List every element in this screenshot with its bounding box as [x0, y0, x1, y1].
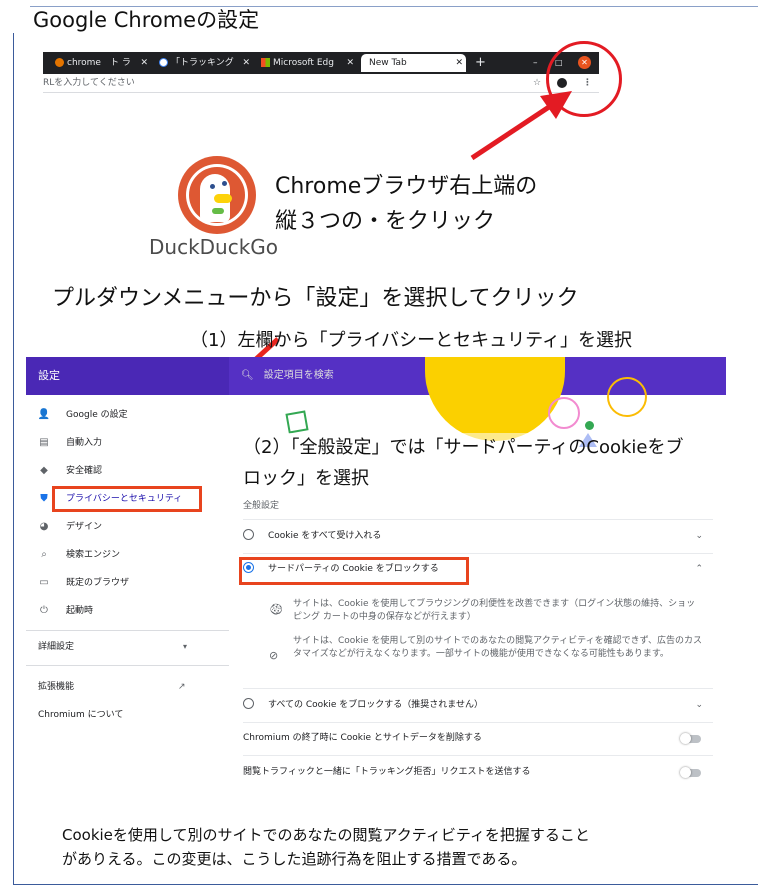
illustration-green-square — [285, 410, 309, 434]
chevron-down-icon: ▾ — [183, 642, 188, 651]
settings-title: 設定 — [26, 357, 229, 395]
sidebar-item-label: 自動入力 — [66, 438, 103, 448]
sidebar-item-search-engine[interactable]: ⌕ 検索エンジン — [36, 545, 120, 565]
option-label: Cookie をすべて受け入れる — [268, 531, 382, 541]
settings-search[interactable]: 🔍︎ 設定項目を検索 — [241, 357, 334, 395]
external-link-icon: ↗ — [178, 682, 186, 692]
sidebar-about[interactable]: Chromium について — [38, 705, 123, 725]
do-not-track-toggle[interactable] — [680, 767, 701, 778]
illustration-yellow-arc — [607, 377, 647, 417]
option-block-all[interactable]: すべての Cookie をブロックする（推奨されません） ⌄ — [243, 688, 713, 723]
section-label: 全般設定 — [243, 501, 280, 511]
sidebar-divider — [26, 665, 229, 666]
shield-lock-icon: ⛊ — [40, 493, 48, 504]
settings-screenshot: 設定 🔍︎ 設定項目を検索 👤 Google の設定 ▤ 自動入力 ◆ 安全確認 ⛊ プラ… — [26, 357, 726, 791]
sidebar-item-default-browser[interactable]: ▭ 既定のブラウザ — [36, 573, 129, 593]
advanced-label: 詳細設定 — [38, 642, 75, 652]
sidebar-item-label: デザイン — [66, 522, 103, 532]
step1-text-line1: Chromeブラウザ右上端の — [275, 174, 538, 199]
illustration-yellow-circle — [425, 357, 565, 441]
sidebar-advanced[interactable]: 詳細設定 ▾ — [38, 637, 187, 657]
option-accept-all[interactable]: Cookie をすべて受け入れる ⌄ — [243, 519, 713, 554]
search-icon: ⌕ — [41, 549, 47, 560]
footer-line2: がありえる。この変更は、こうした追跡行為を阻止する措置である。 — [62, 850, 527, 868]
sidebar-item-google[interactable]: 👤 Google の設定 — [36, 405, 128, 425]
desc-allow: サイトは、Cookie を使用してブラウジングの利便性を改善できます（ログイン状… — [293, 599, 696, 622]
settings-sidebar: 👤 Google の設定 ▤ 自動入力 ◆ 安全確認 ⛊ プライバシーとセキュリティ ◕… — [26, 395, 230, 791]
radio-block-all[interactable] — [243, 698, 254, 709]
highlight-option-box — [239, 557, 469, 585]
sidebar-item-label: 起動時 — [66, 606, 94, 616]
sidebar-item-label: 安全確認 — [66, 466, 103, 476]
block-icon: ⊘ — [269, 649, 279, 662]
toggle-label: 閲覧トラフィックと一緒に「トラッキング拒否」リクエストを送信する — [243, 767, 531, 777]
extensions-label: 拡張機能 — [38, 682, 75, 692]
step4-text-line1: （2）「全般設定」では「サードパーティのCookieをブ — [243, 433, 684, 459]
search-icon: 🔍︎ — [241, 370, 254, 381]
sidebar-extensions[interactable]: 拡張機能 ↗ — [38, 677, 186, 697]
step3-text: （1）左欄から「プライバシーとセキュリティ」を選択 — [190, 330, 633, 351]
sidebar-item-safety-check[interactable]: ◆ 安全確認 — [36, 461, 102, 481]
step4-text-line2: ロック」を選択 — [243, 464, 369, 490]
footer-line1: Cookieを使用して別のサイトでのあなたの閲覧アクティビティを把握すること — [62, 826, 590, 844]
shield-check-icon: ◆ — [40, 465, 48, 476]
person-icon: 👤 — [37, 409, 51, 420]
cookie-icon: 🍪︎ — [269, 603, 283, 616]
step2-text: プルダウンメニューから「設定」を選択してクリック — [52, 286, 579, 311]
desc-block: サイトは、Cookie を使用して別のサイトでのあなたの閲覧アクティビティを確認… — [293, 636, 702, 659]
power-icon: ⏻ — [40, 605, 48, 616]
palette-icon: ◕ — [39, 521, 49, 532]
sidebar-item-appearance[interactable]: ◕ デザイン — [36, 517, 102, 537]
clipboard-icon: ▤ — [39, 437, 49, 448]
sidebar-item-on-startup[interactable]: ⏻ 起動時 — [36, 601, 93, 621]
clear-on-exit-toggle[interactable] — [680, 733, 701, 744]
sidebar-item-label: 検索エンジン — [66, 550, 121, 560]
toggle-label: Chromium の終了時に Cookie とサイトデータを削除する — [243, 733, 482, 743]
highlight-privacy-box — [52, 486, 202, 512]
footer-text: Cookieを使用して別のサイトでのあなたの閲覧アクティビティを把握すること が… — [62, 823, 590, 871]
chevron-up-icon[interactable]: ⌃ — [695, 553, 703, 586]
browser-icon: ▭ — [39, 577, 49, 588]
illustration-pink-circle — [548, 397, 580, 429]
illustration-green-dot — [585, 421, 594, 430]
search-placeholder: 設定項目を検索 — [263, 370, 334, 381]
chevron-down-icon[interactable]: ⌄ — [695, 689, 703, 722]
toggle-row-do-not-track[interactable]: 閲覧トラフィックと一緒に「トラッキング拒否」リクエストを送信する — [243, 756, 713, 789]
radio-accept-all[interactable] — [243, 529, 254, 540]
sidebar-item-label: 既定のブラウザ — [66, 578, 130, 588]
step1-text-line2: 縦３つの・をクリック — [275, 209, 496, 234]
sidebar-item-label: Google の設定 — [66, 410, 128, 420]
about-label: Chromium について — [38, 710, 124, 720]
sidebar-item-autofill[interactable]: ▤ 自動入力 — [36, 433, 102, 453]
toggle-row-clear-on-exit[interactable]: Chromium の終了時に Cookie とサイトデータを削除する — [243, 722, 713, 756]
option-label: すべての Cookie をブロックする（推奨されません） — [268, 700, 484, 710]
chevron-down-icon[interactable]: ⌄ — [695, 520, 703, 553]
sidebar-divider — [26, 630, 229, 631]
